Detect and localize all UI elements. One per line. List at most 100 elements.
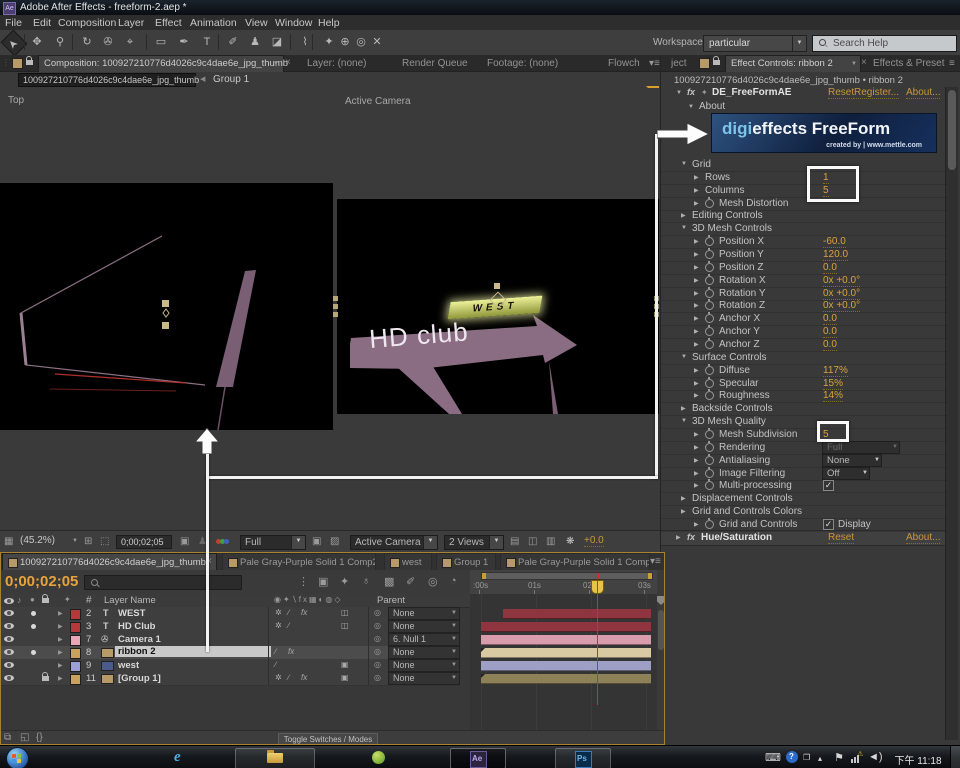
exposure-value[interactable]: +0.0 — [584, 535, 604, 547]
taskbar-green-app[interactable] — [355, 748, 403, 767]
parent-pickwhip-icon[interactable]: ◎ — [374, 660, 381, 669]
layer-name[interactable]: WEST — [118, 608, 145, 619]
fx-property-grid-and-controls[interactable]: ▶Grid and Controls✓Display — [661, 518, 947, 532]
fx-section-grid-and-controls-colors[interactable]: ▶Grid and Controls Colors — [661, 505, 947, 519]
divider-gripper-left[interactable] — [333, 296, 338, 317]
layer-twirl-icon[interactable]: ▶ — [58, 649, 63, 656]
twirl-icon[interactable]: ▶ — [694, 264, 699, 271]
layer-visibility-eye[interactable] — [4, 675, 14, 681]
twirl-icon[interactable]: ▶ — [694, 392, 699, 399]
twirl-icon[interactable]: ▶ — [694, 238, 699, 245]
layer-duration-bar[interactable] — [481, 648, 651, 658]
twirl-icon[interactable]: ▶ — [694, 367, 699, 374]
tab-effects-presets[interactable]: Effects & Preset — [873, 58, 948, 69]
twirl-icon[interactable]: ▼ — [681, 161, 687, 167]
panel-menu-icon[interactable]: ≡ — [949, 58, 955, 69]
menu-help[interactable]: Help — [318, 17, 340, 29]
workspace-dropdown[interactable]: particular ▼ — [703, 35, 807, 52]
property-dropdown[interactable]: None▼ — [822, 454, 882, 467]
layer-row-ribbon-2[interactable]: ▶8ribbon 2∕fx◎None▼ — [0, 646, 460, 660]
timeline-timecode[interactable]: 0;00;02;05 — [5, 573, 78, 590]
motion-blur-icon[interactable]: ✐ — [406, 575, 415, 588]
live-update-icon[interactable]: ▣ — [318, 575, 328, 588]
layer-duration-bar[interactable] — [481, 635, 651, 645]
twirl-icon[interactable]: ▶ — [681, 405, 686, 412]
roi-icon[interactable]: ⊞ — [84, 536, 92, 547]
rectangle-tool[interactable]: ▭ — [152, 34, 170, 50]
lock-icon[interactable] — [26, 60, 33, 65]
layer-visibility-eye[interactable] — [4, 649, 14, 655]
fx-section-surface-controls[interactable]: ▼Surface Controls — [661, 351, 947, 365]
pen-tool[interactable]: ✒ — [175, 34, 193, 50]
menu-layer[interactable]: Layer — [118, 17, 144, 29]
viewport-active-camera[interactable]: WEST HD club — [337, 199, 659, 414]
layer-visibility-eye[interactable] — [4, 623, 14, 629]
tab-footage[interactable]: Footage: (none) — [487, 58, 558, 69]
timeline-track-area[interactable] — [470, 594, 657, 742]
comp-marker-shield[interactable] — [657, 596, 665, 605]
stopwatch-icon[interactable] — [705, 327, 714, 336]
show-hidden-icons[interactable]: ▴ — [818, 754, 822, 763]
layer-solo-dot[interactable] — [31, 611, 36, 616]
parent-pickwhip-icon[interactable]: ◎ — [374, 647, 381, 656]
twirl-icon[interactable]: ▶ — [694, 482, 699, 489]
layer-switch-icon[interactable]: ✲ — [275, 621, 282, 630]
twirl-icon[interactable]: ▶ — [694, 315, 699, 322]
stopwatch-icon[interactable] — [705, 391, 714, 400]
about-section-row[interactable]: ▼ About — [661, 101, 947, 113]
fx-property-rotation-x[interactable]: ▶Rotation X0x +0.0° — [661, 274, 947, 288]
twirl-icon[interactable]: ▶ — [694, 174, 699, 181]
layer-row-camera-1[interactable]: ▶7✇Camera 1◎6. Null 1▼ — [0, 633, 460, 647]
grid-options-icon[interactable]: ▦ — [4, 536, 13, 547]
tab-effect-controls[interactable]: Effect Controls: ribbon 2 ▼ — [725, 55, 861, 72]
property-value[interactable]: 0x +0.0° — [823, 275, 860, 287]
brainstorm-icon[interactable]: ◎ — [428, 575, 438, 588]
layer-3d-switch-icon[interactable]: ▣ — [341, 673, 349, 682]
layer-duration-bar[interactable] — [481, 622, 651, 632]
reset-link[interactable]: Reset — [828, 532, 854, 544]
tab-render-queue[interactable]: Render Queue — [402, 58, 468, 69]
fx-section-displacement-controls[interactable]: ▶Displacement Controls — [661, 492, 947, 506]
layer-switch-icon[interactable]: ∕ — [288, 673, 289, 682]
layer-row--group-1-[interactable]: ▶11[Group 1]✲∕fx▣◎None▼ — [0, 672, 460, 686]
layer-3d-switch-icon[interactable]: ▣ — [341, 660, 349, 669]
camera-dropdown[interactable]: Active Camera ▼ — [350, 535, 438, 550]
timeline-tab-2[interactable]: west — [384, 553, 432, 571]
layer-row-west[interactable]: ▶9west∕▣◎None▼ — [0, 659, 460, 673]
transparency-grid-icon[interactable]: ⬚ — [100, 536, 109, 547]
layer-switch-icon[interactable]: ∕ — [288, 621, 289, 630]
twirl-icon[interactable]: ▶ — [694, 187, 699, 194]
layer-search-input[interactable] — [84, 575, 242, 590]
rotation-tool[interactable]: ↻ — [78, 34, 96, 50]
twirl-icon[interactable]: ▶ — [694, 380, 699, 387]
twirl-icon[interactable]: ▶ — [694, 341, 699, 348]
views-dropdown[interactable]: 2 Views ▼ — [444, 535, 504, 550]
layer-row-west[interactable]: ▶2TWEST✲∕fx◫◎None▼ — [0, 607, 460, 621]
composition-flowchart-icon[interactable]: ⋮ — [298, 575, 309, 588]
layer-switch-icon[interactable]: ∕ — [288, 608, 289, 617]
layer-visibility-eye[interactable] — [4, 636, 14, 642]
tab-flowchart[interactable]: Flowch — [608, 58, 646, 69]
work-area-bar[interactable] — [481, 572, 653, 580]
type-tool[interactable]: T — [198, 34, 216, 50]
layer-3d-switch-icon[interactable]: ◫ — [341, 621, 349, 630]
breadcrumb-comp-box[interactable]: 100927210776d4026c9c4dae6e_jpg_thumb — [18, 73, 196, 87]
fx-property-multi-processing[interactable]: ▶Multi-processing✓ — [661, 479, 947, 493]
parent-pickwhip-icon[interactable]: ◎ — [374, 608, 381, 617]
taskbar-photoshop[interactable]: Ps — [555, 748, 611, 768]
snapshot-icon[interactable]: ▣ — [180, 536, 189, 547]
viewport-top-view[interactable] — [0, 183, 333, 430]
stopwatch-icon[interactable] — [705, 366, 714, 375]
layer-solo-dot[interactable] — [31, 650, 36, 655]
layer-visibility-eye[interactable] — [4, 662, 14, 668]
layer-twirl-icon[interactable]: ▶ — [58, 662, 63, 669]
layer-duration-bar[interactable] — [481, 674, 651, 684]
property-checkbox[interactable]: ✓ — [823, 519, 834, 530]
stopwatch-icon[interactable] — [705, 520, 714, 529]
volume-tray-icon[interactable]: ◄) — [868, 751, 883, 763]
parent-dropdown[interactable]: None▼ — [388, 659, 460, 672]
twirl-icon[interactable]: ▶ — [694, 470, 699, 477]
property-value[interactable]: 0.0 — [823, 262, 837, 274]
layer-label-chip[interactable] — [70, 674, 81, 685]
expand-graph-icon[interactable]: {} — [36, 732, 43, 743]
